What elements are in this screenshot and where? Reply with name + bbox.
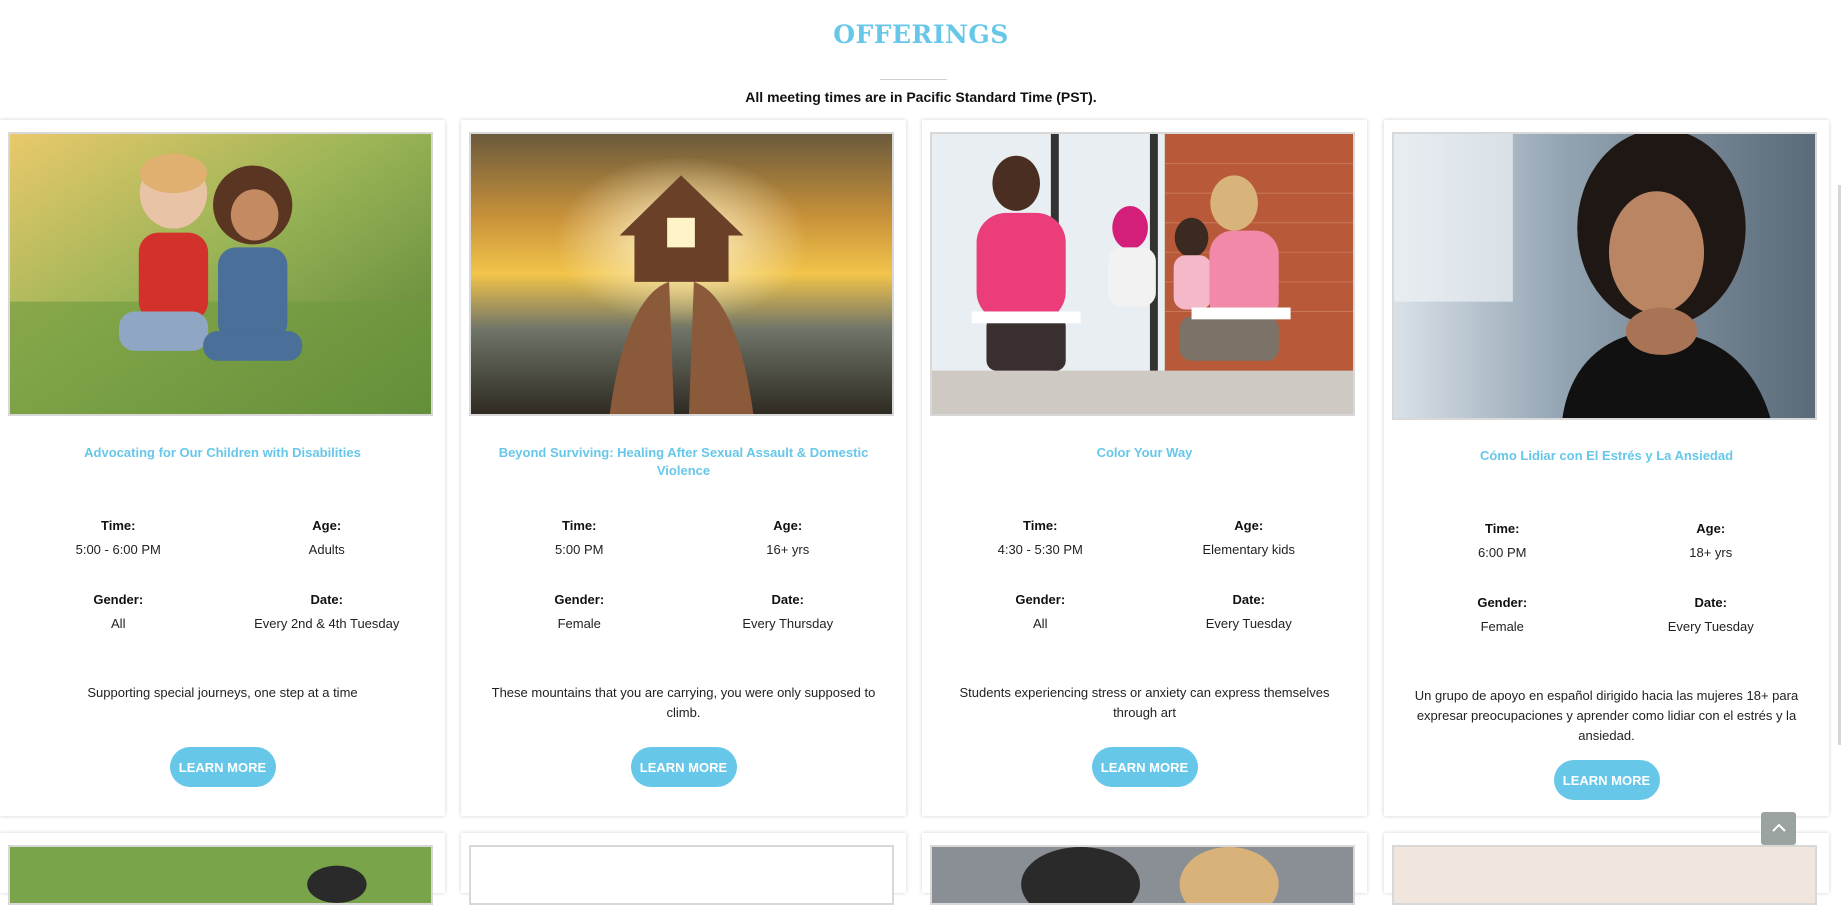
time-value: 5:00 - 6:00 PM: [75, 542, 161, 557]
card-image-thoughtful-woman: [1392, 132, 1817, 420]
card-title[interactable]: Cómo Lidiar con El Estrés y La Ansiedad: [1396, 447, 1817, 465]
title-divider: [880, 79, 947, 80]
time-value: 5:00 PM: [555, 542, 604, 557]
age-value: Elementary kids: [1202, 542, 1295, 557]
date-label: Date:: [1694, 595, 1727, 610]
gender-info: Gender: All: [14, 592, 223, 631]
chevron-up-icon: [1771, 820, 1787, 838]
offering-card-color-your-way: Color Your Way Time: 4:30 - 5:30 PM Age:…: [922, 120, 1367, 816]
gender-value: All: [1033, 616, 1048, 631]
time-info: Time: 6:00 PM: [1398, 521, 1607, 560]
offering-card-next-1: [0, 833, 445, 905]
gender-value: Female: [1480, 619, 1524, 634]
offering-card-beyond-surviving: Beyond Surviving: Healing After Sexual A…: [461, 120, 906, 816]
time-info: Time: 5:00 PM: [475, 518, 684, 557]
gender-label: Gender:: [93, 592, 144, 607]
gender-value: Female: [557, 616, 601, 631]
age-info: Age: 18+ yrs: [1607, 521, 1816, 560]
date-label: Date:: [1232, 592, 1265, 607]
date-value: Every Tuesday: [1205, 616, 1292, 631]
card-image-house-sunset: [469, 132, 894, 416]
gender-label: Gender:: [1015, 592, 1066, 607]
age-value: 16+ yrs: [766, 542, 810, 557]
date-info: Date: Every 2nd & 4th Tuesday: [223, 592, 432, 631]
learn-more-button[interactable]: LEARN MORE: [630, 747, 737, 787]
date-info: Date: Every Tuesday: [1607, 595, 1816, 634]
gender-info: Gender: Female: [1398, 595, 1607, 634]
time-label: Time:: [562, 518, 597, 533]
age-value: 18+ yrs: [1689, 545, 1733, 560]
card-description: Supporting special journeys, one step at…: [87, 685, 358, 700]
card-image-next-4: [1392, 845, 1817, 905]
date-label: Date:: [771, 592, 804, 607]
offerings-header: OFFERINGS All meeting times are in Pacif…: [0, 0, 1842, 120]
date-info: Date: Every Tuesday: [1145, 592, 1354, 631]
card-image-toddlers: [8, 132, 433, 416]
offering-card-estres-ansiedad: Cómo Lidiar con El Estrés y La Ansiedad …: [1384, 120, 1829, 816]
age-value: Adults: [308, 542, 345, 557]
age-info: Age: Elementary kids: [1145, 518, 1354, 557]
card-image-support-group: [930, 132, 1355, 416]
date-info: Date: Every Thursday: [684, 592, 893, 631]
gender-info: Gender: All: [936, 592, 1145, 631]
card-title[interactable]: Color Your Way: [934, 444, 1355, 462]
date-value: Every Tuesday: [1667, 619, 1754, 634]
time-label: Time:: [101, 518, 136, 533]
time-info: Time: 5:00 - 6:00 PM: [14, 518, 223, 557]
age-label: Age:: [312, 518, 342, 533]
age-info: Age: Adults: [223, 518, 432, 557]
time-info: Time: 4:30 - 5:30 PM: [936, 518, 1145, 557]
card-description: Students experiencing stress or anxiety …: [959, 685, 1330, 720]
age-label: Age:: [1234, 518, 1264, 533]
gender-label: Gender:: [554, 592, 605, 607]
page-scrollbar[interactable]: [1838, 185, 1841, 745]
offering-card-children-disabilities: Advocating for Our Children with Disabil…: [0, 120, 445, 816]
date-label: Date:: [310, 592, 343, 607]
scroll-to-top-button[interactable]: [1761, 812, 1796, 845]
age-label: Age:: [1696, 521, 1726, 536]
section-title: OFFERINGS: [833, 20, 1009, 49]
learn-more-button[interactable]: LEARN MORE: [169, 747, 276, 787]
age-info: Age: 16+ yrs: [684, 518, 893, 557]
time-label: Time:: [1485, 521, 1520, 536]
time-value: 6:00 PM: [1478, 545, 1527, 560]
time-value: 4:30 - 5:30 PM: [997, 542, 1083, 557]
gender-label: Gender:: [1477, 595, 1528, 610]
card-image-next-1: [8, 845, 433, 905]
learn-more-button[interactable]: LEARN MORE: [1553, 760, 1660, 800]
date-value: Every Thursday: [742, 616, 834, 631]
time-label: Time:: [1023, 518, 1058, 533]
learn-more-button[interactable]: LEARN MORE: [1091, 747, 1198, 787]
card-description: Un grupo de apoyo en español dirigido ha…: [1414, 688, 1799, 743]
card-image-next-3: [930, 845, 1355, 905]
card-title[interactable]: Advocating for Our Children with Disabil…: [12, 444, 433, 462]
gender-info: Gender: Female: [475, 592, 684, 631]
card-description: These mountains that you are carrying, y…: [491, 685, 876, 720]
offering-card-next-2: [461, 833, 906, 905]
gender-value: All: [111, 616, 126, 631]
offering-card-next-3: [922, 833, 1367, 905]
card-title[interactable]: Beyond Surviving: Healing After Sexual A…: [473, 444, 894, 480]
card-image-next-2: [469, 845, 894, 905]
timezone-note: All meeting times are in Pacific Standar…: [745, 89, 1097, 105]
date-value: Every 2nd & 4th Tuesday: [254, 616, 400, 631]
age-label: Age:: [773, 518, 803, 533]
